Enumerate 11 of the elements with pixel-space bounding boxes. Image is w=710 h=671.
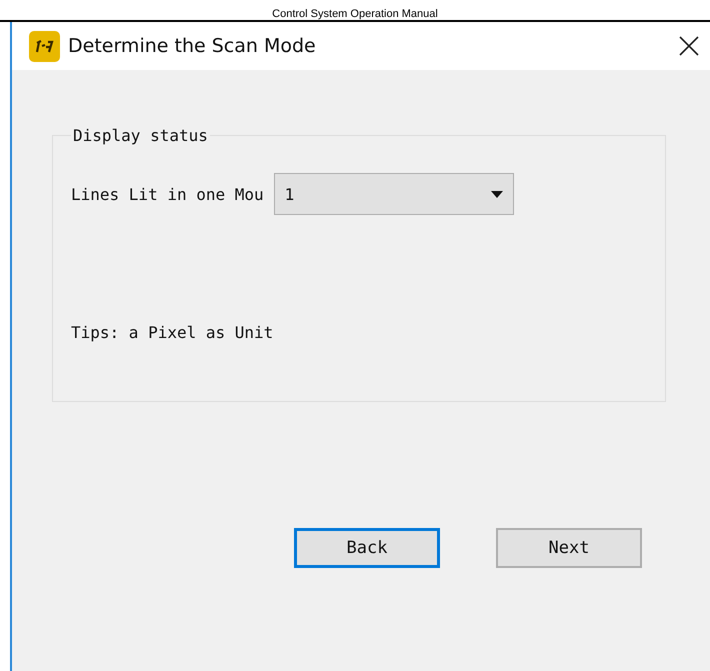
dropdown-arrow-icon [490, 190, 503, 198]
wizard-button[interactable]: Back [294, 528, 440, 568]
page-header: Control System Operation Manual [272, 8, 438, 20]
app-logo-icon [29, 30, 60, 62]
window-title: Determine the Scan Mode [68, 35, 317, 57]
lines-dropdown[interactable]: 1 [274, 173, 514, 215]
close-button[interactable] [678, 35, 700, 57]
field-label: Lines Lit in one Mou [71, 184, 264, 204]
tip-text: Tips: a Pixel as Unit [71, 323, 274, 342]
wizard-button[interactable]: Next [496, 528, 642, 568]
group-title: Display status [72, 126, 209, 145]
